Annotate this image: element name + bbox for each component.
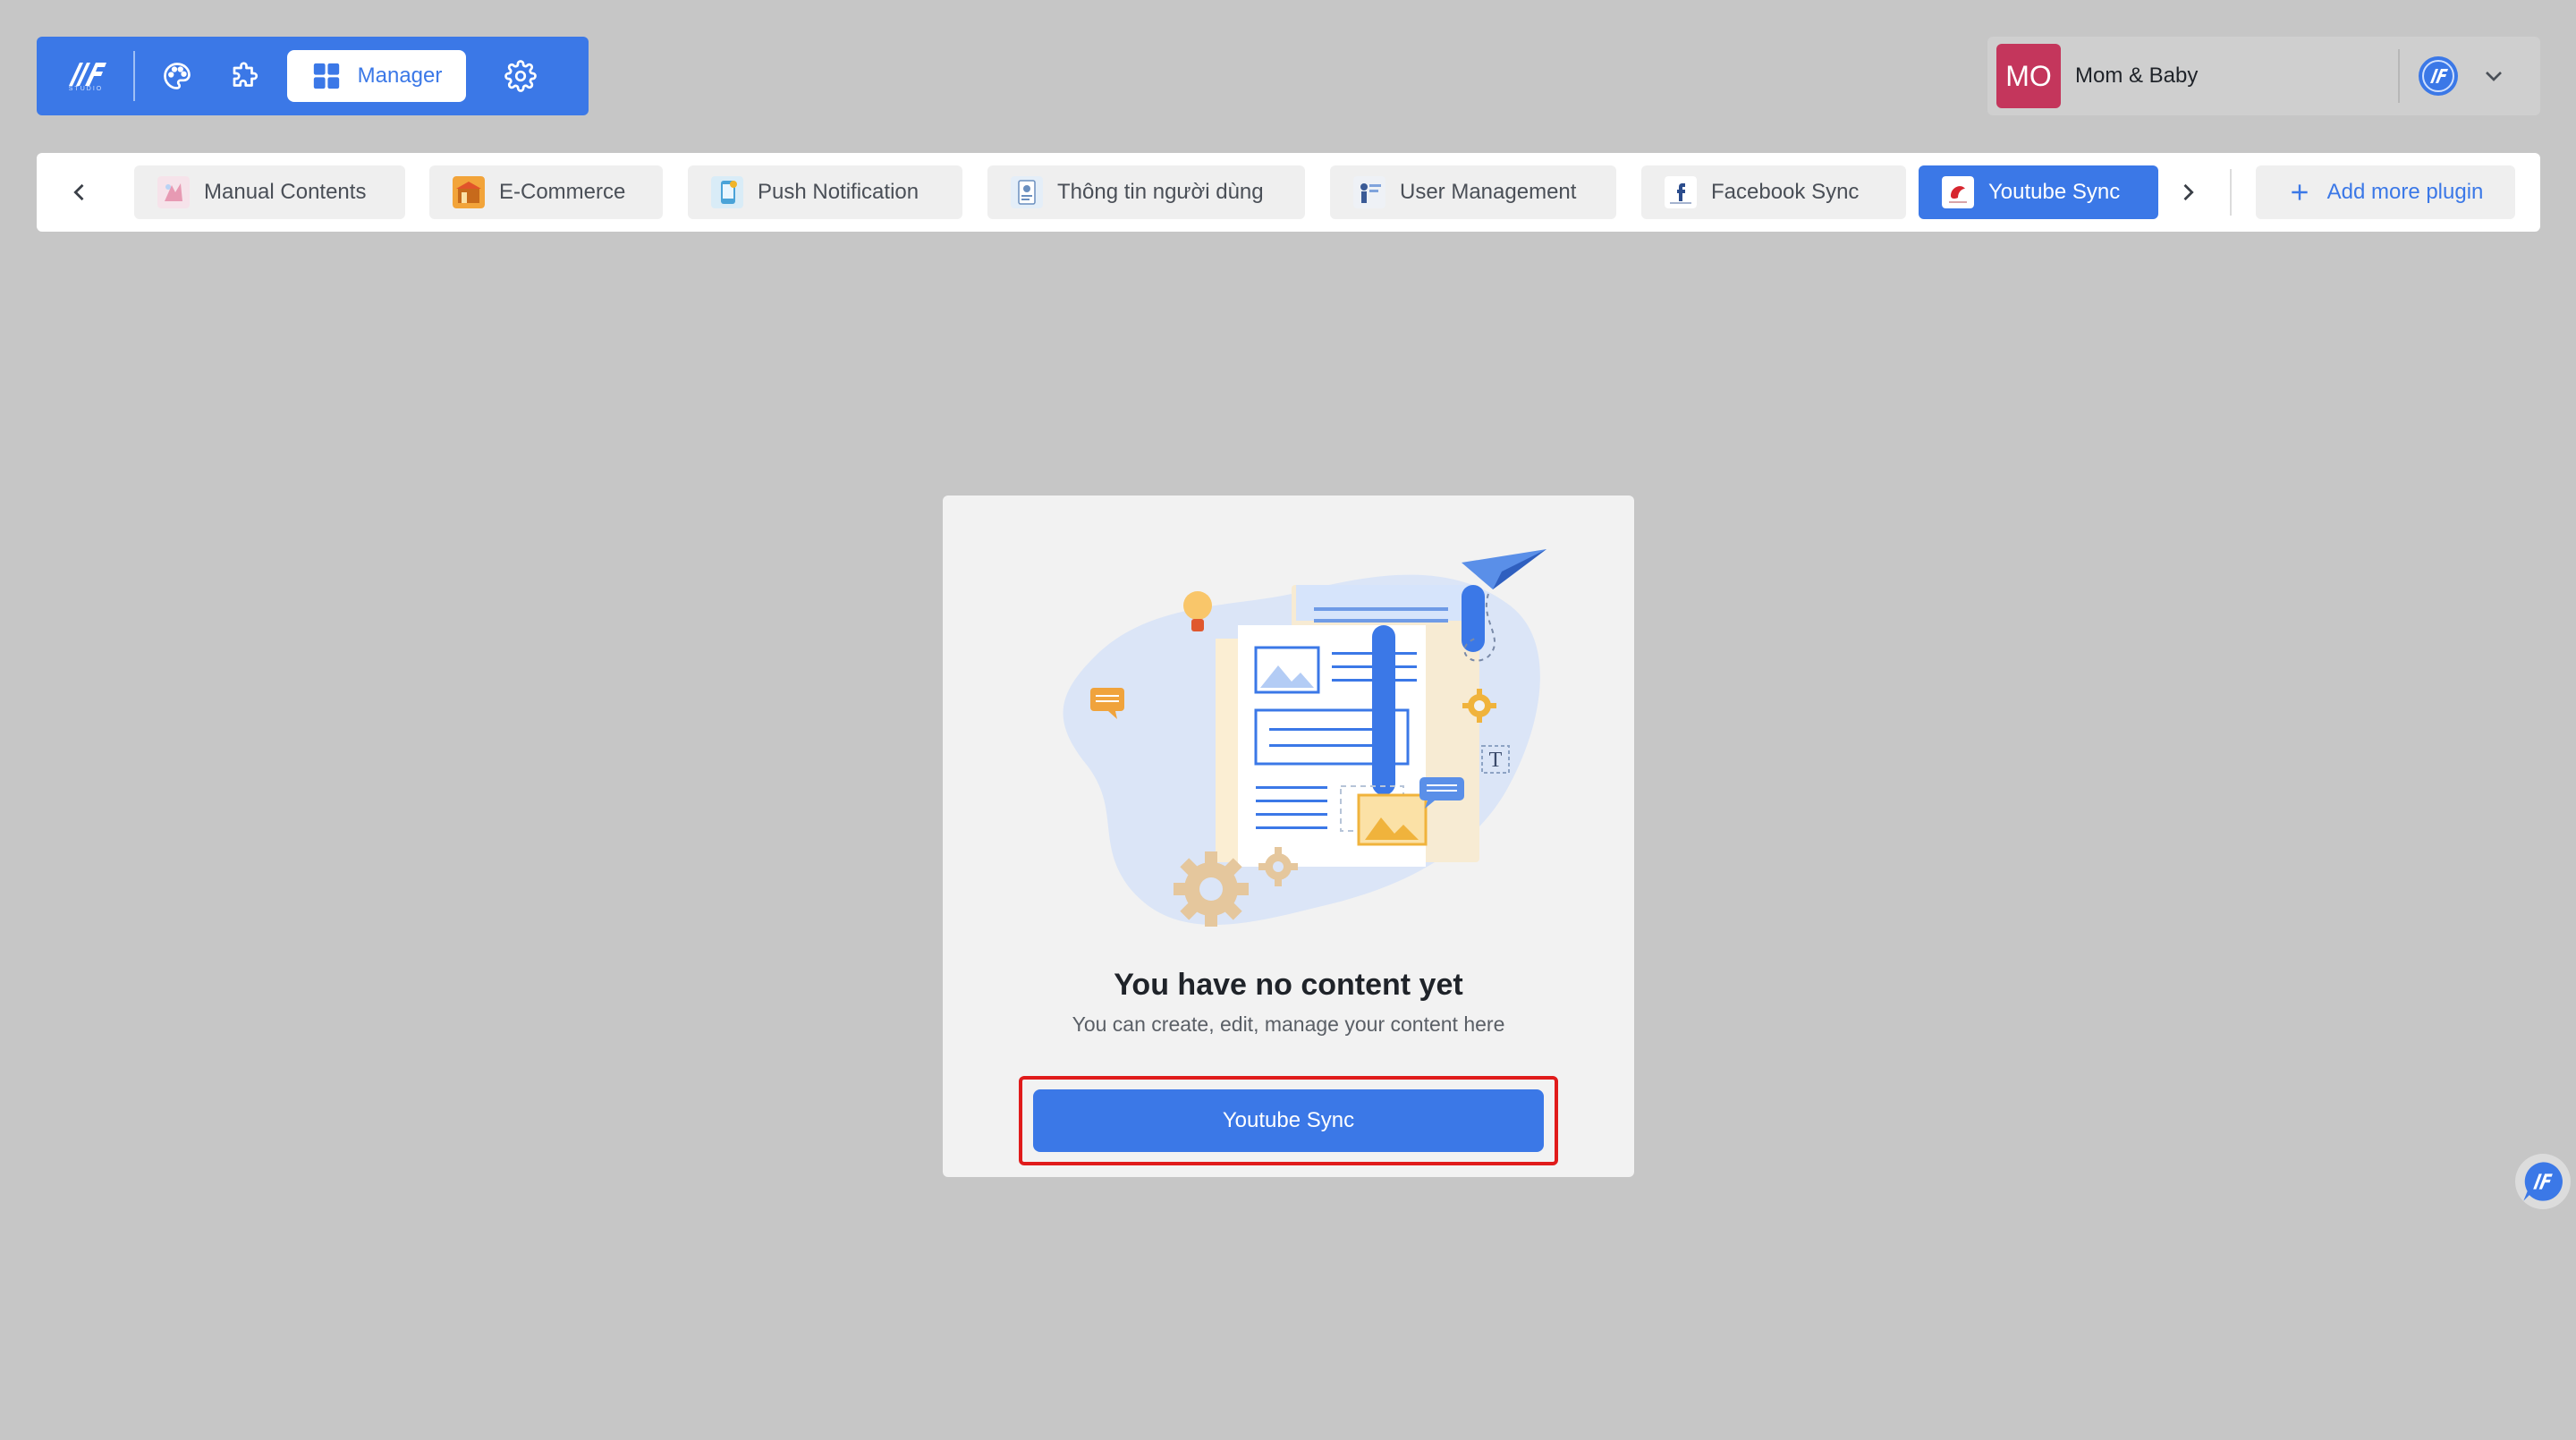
logo-subtitle: STUDIO — [68, 85, 104, 92]
empty-state-card: T You have no content yet You can create… — [943, 496, 1634, 1177]
tab-manual-contents[interactable]: Manual Contents — [134, 165, 405, 219]
add-plugin-button[interactable]: Add more plugin — [2256, 165, 2515, 219]
chat-support-button[interactable] — [2515, 1154, 2571, 1209]
tab-user-management[interactable]: User Management — [1330, 165, 1616, 219]
documents-illustration: T — [1063, 549, 1546, 927]
tab-label: Manual Contents — [204, 180, 367, 204]
manual-contents-thumb-icon — [157, 176, 190, 208]
app-switcher[interactable]: MO Mom & Baby — [1987, 37, 2540, 115]
app-avatar: MO — [1996, 44, 2061, 108]
tab-label: Thông tin người dùng — [1057, 180, 1264, 204]
tab-facebook-sync[interactable]: Facebook Sync — [1641, 165, 1906, 219]
plus-icon — [2291, 184, 2308, 200]
add-plugin-label: Add more plugin — [2326, 180, 2484, 204]
tab-bar-divider — [2230, 169, 2232, 216]
chevron-down-icon[interactable] — [2479, 62, 2508, 90]
manager-label: Manager — [357, 64, 443, 88]
plugin-tab-bar: Manual Contents E-Commerce Push Notifica… — [37, 153, 2540, 232]
user-info-thumb-icon — [1011, 176, 1043, 208]
svg-text:T: T — [1489, 749, 1503, 772]
studio-logo-icon[interactable]: STUDIO — [62, 52, 110, 100]
user-management-thumb-icon — [1353, 176, 1385, 208]
facebook-sync-thumb-icon — [1665, 176, 1697, 208]
tab-label: Facebook Sync — [1711, 180, 1860, 204]
manager-button[interactable]: Manager — [287, 50, 466, 102]
tab-push-notification[interactable]: Push Notification — [688, 165, 962, 219]
e-commerce-thumb-icon — [453, 176, 485, 208]
youtube-sync-button[interactable]: Youtube Sync — [1033, 1089, 1544, 1152]
palette-icon[interactable] — [157, 55, 198, 97]
youtube-sync-thumb-icon — [1942, 176, 1974, 208]
tab-youtube-sync[interactable]: Youtube Sync — [1919, 165, 2158, 219]
empty-state-subtitle: You can create, edit, manage your conten… — [1072, 1012, 1505, 1036]
studio-round-logo-icon[interactable] — [2417, 55, 2460, 97]
gear-icon[interactable] — [500, 55, 541, 97]
chevron-left-icon[interactable] — [64, 176, 96, 208]
app-switcher-divider — [2398, 49, 2400, 103]
tab-label: User Management — [1400, 180, 1577, 204]
tab-label: Push Notification — [758, 180, 919, 204]
empty-state-title: You have no content yet — [1114, 968, 1463, 1002]
push-notification-thumb-icon — [711, 176, 743, 208]
tab-thong-tin-nguoi-dung[interactable]: Thông tin người dùng — [987, 165, 1305, 219]
puzzle-icon[interactable] — [225, 55, 266, 97]
chevron-right-icon[interactable] — [2172, 176, 2204, 208]
tab-e-commerce[interactable]: E-Commerce — [429, 165, 663, 219]
tab-label: E-Commerce — [499, 180, 626, 204]
main-toolbar: STUDIO Manager — [37, 37, 589, 115]
logo-mark — [69, 62, 106, 86]
tab-label: Youtube Sync — [1988, 180, 2121, 204]
app-name: Mom & Baby — [2075, 64, 2199, 88]
chat-support-icon — [2523, 1162, 2563, 1201]
grid-icon — [313, 63, 339, 89]
toolbar-divider — [133, 51, 135, 101]
